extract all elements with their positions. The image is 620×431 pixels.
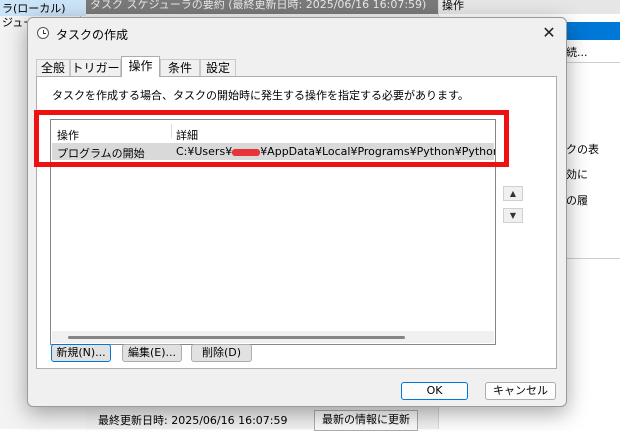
dialog-titlebar[interactable]: タスクの作成 ✕ (28, 18, 566, 48)
column-divider (171, 124, 172, 138)
dialog-title: タスクの作成 (56, 28, 129, 42)
move-up-button[interactable]: ▲ (503, 186, 523, 201)
row-detail: C:¥Users¥ ¥AppData¥Local¥Programs¥Python¥… (176, 145, 496, 158)
actions-list[interactable]: 操作 詳細 プログラムの開始 C:¥Users¥ ¥AppData¥Local¥P… (50, 119, 496, 345)
cancel-button[interactable]: キャンセル (485, 382, 556, 400)
actions-tab-panel: タスクを作成する場合、タスクの開始時に発生する操作を指定する必要があります。 操… (36, 76, 557, 369)
actions-description: タスクを作成する場合、タスクの開始時に発生する操作を指定する必要があります。 (52, 89, 469, 102)
column-header-action[interactable]: 操作 (57, 127, 79, 143)
actions-header: 操作 (439, 0, 620, 14)
delete-button[interactable]: 削除(D) (191, 344, 252, 362)
tab-triggers[interactable]: トリガー (70, 59, 121, 76)
table-row[interactable]: プログラムの開始 C:¥Users¥ ¥AppData¥Local¥Program… (52, 143, 496, 160)
move-down-button[interactable]: ▼ (503, 208, 523, 223)
last-updated-status: 最終更新日時: 2025/06/16 16:07:59 (98, 414, 288, 427)
new-button[interactable]: 新規(N)... (51, 344, 111, 362)
summary-header: タスク スケジューラの要約 (最終更新日時: 2025/06/16 16:07:… (86, 0, 438, 14)
create-task-dialog: タスクの作成 ✕ 全般 トリガー 操作 条件 設定 タスクを作成する場合、タスク… (27, 17, 567, 407)
clock-icon (37, 27, 49, 39)
tab-settings[interactable]: 設定 (200, 59, 236, 76)
tab-actions[interactable]: 操作 (121, 56, 160, 77)
detail-prefix: C:¥Users¥ (176, 145, 233, 158)
row-action: プログラムの開始 (57, 147, 145, 160)
detail-suffix: ¥AppData¥Local¥Programs¥Python¥Python313 (260, 145, 496, 158)
ok-button[interactable]: OK (401, 382, 468, 400)
refresh-button[interactable]: 最新の情報に更新 (314, 410, 418, 431)
column-header-detail[interactable]: 詳細 (176, 127, 198, 143)
tab-general[interactable]: 全般 (36, 59, 70, 76)
scrollbar-thumb[interactable] (68, 336, 405, 339)
horizontal-scrollbar[interactable] (52, 331, 494, 343)
redaction-mark (232, 148, 261, 156)
close-button[interactable]: ✕ (538, 23, 560, 43)
edit-button[interactable]: 編集(E)... (122, 344, 182, 362)
tab-conditions[interactable]: 条件 (160, 59, 200, 76)
